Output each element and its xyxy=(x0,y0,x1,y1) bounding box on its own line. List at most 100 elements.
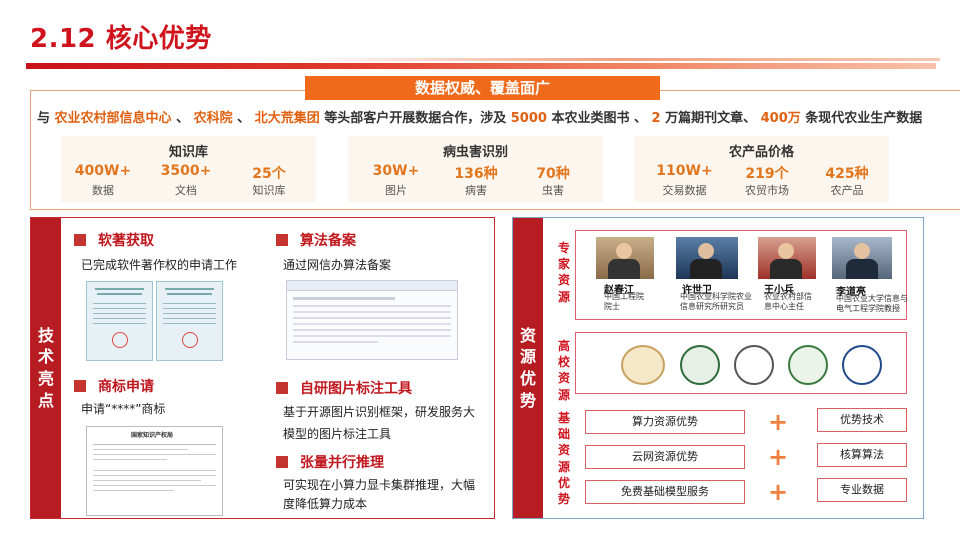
stat-number: 136种 xyxy=(454,166,498,182)
stat-number: 70种 xyxy=(536,166,570,182)
section-heading-trademark: 商标申请 xyxy=(74,376,154,396)
section-heading-text: 张量并行推理 xyxy=(300,455,384,471)
org-highlight: 北大荒集团 xyxy=(254,111,320,126)
title-underline xyxy=(26,63,936,69)
university-logo-icon xyxy=(734,345,774,385)
intro-part: 条现代农业生产数据 xyxy=(800,111,923,126)
expert-title-line: 中国农业科学院农业 xyxy=(680,292,752,301)
section-heading-copyright: 软著获取 xyxy=(74,230,154,250)
section-heading-text: 算法备案 xyxy=(300,233,356,249)
resource-item: 免费基础模型服务 xyxy=(585,480,745,504)
expert-title-line: 院士 xyxy=(604,302,620,312)
expert-title-line: 息中心主任 xyxy=(764,302,804,312)
panel-title: 农产品价格 xyxy=(728,145,794,160)
resource-advantages-panel: 资源优势 专家资源 赵春江 中国工程院 院士 许世卫 中国农业科学院农业 信息研… xyxy=(512,217,924,519)
expert-photo xyxy=(676,237,738,279)
stat-number: 110W+ xyxy=(656,163,713,179)
expert-title-line: 电气工程学院教授 xyxy=(836,304,900,314)
stat-number: 3500+ xyxy=(160,163,212,179)
section-heading-text: 软著获取 xyxy=(98,233,154,249)
section-text: 可实现在小算力显卡集群推理，大幅 xyxy=(283,478,476,492)
section-text: 已完成软件著作权的申请工作 xyxy=(81,258,238,272)
stat-label: 数据 xyxy=(92,184,114,197)
page-title: 2.12 核心优势 xyxy=(30,24,212,54)
expert-title-line: 中国工程院 xyxy=(604,292,644,301)
section-text: 度降低算力成本 xyxy=(283,497,368,511)
expert-title-line: 中国农业大学信息与 xyxy=(836,294,908,303)
intro-part: 本农业类图书 、 xyxy=(546,111,652,126)
resource-tab-label: 资源优势 xyxy=(519,325,536,410)
stat-label: 虫害 xyxy=(542,184,564,197)
intro-part: 万篇期刊文章、 xyxy=(660,111,761,126)
section-heading-text: 自研图片标注工具 xyxy=(300,381,412,397)
section-heading-tensor-parallel: 张量并行推理 xyxy=(276,452,384,472)
intro-part: 、 xyxy=(232,111,255,126)
stat-label: 文档 xyxy=(175,184,197,197)
number-highlight: 2 xyxy=(651,111,661,126)
base-resources-label: 基础资源优势 xyxy=(557,411,570,506)
section-banner: 数据权威、覆盖面广 xyxy=(305,76,660,100)
intro-part: 与 xyxy=(37,111,55,126)
stat-number: 400W+ xyxy=(74,163,132,179)
expert-photo xyxy=(596,237,654,279)
data-overview-box: 与 农业农村部信息中心 、 农科院 、 北大荒集团 等头部客户开展数据合作，涉及… xyxy=(30,90,960,210)
expert-photo xyxy=(832,237,892,279)
intro-part: 等头部客户开展数据合作，涉及 xyxy=(319,111,511,126)
panel-title: 病虫害识别 xyxy=(442,145,508,160)
expert-title: 中国工程院 院士 xyxy=(604,292,664,313)
stat-number: 219个 xyxy=(745,166,789,182)
resource-item: 算力资源优势 xyxy=(585,410,745,434)
stat-number: 425种 xyxy=(825,166,869,182)
stat-label: 交易数据 xyxy=(662,184,707,197)
stat-label: 农产品 xyxy=(830,184,864,197)
algorithm-screenshot xyxy=(286,280,458,360)
section-text: 通过网信办算法备案 xyxy=(283,258,392,272)
bullet-square-icon xyxy=(276,382,288,394)
expert-title: 农业农村部信 息中心主任 xyxy=(764,292,824,313)
panel-knowledge-base: 知识库 400W+ 数据 3500+ 文档 25个 知识库 xyxy=(61,136,316,202)
experts-box: 赵春江 中国工程院 院士 许世卫 中国农业科学院农业 信息研究所研究员 王小兵 … xyxy=(575,230,908,320)
universities-box xyxy=(575,332,907,394)
org-highlight: 农科院 xyxy=(193,111,233,126)
org-highlight: 农业农村部信息中心 xyxy=(54,111,172,126)
expert-title-line: 农业农村部信 xyxy=(764,292,812,301)
certificate-image xyxy=(156,281,223,361)
expert-title: 中国农业大学信息与 电气工程学院教授 xyxy=(836,294,908,315)
panel-title: 知识库 xyxy=(168,145,208,160)
section-text: 申请“****”商标 xyxy=(81,402,166,416)
intro-part: 、 xyxy=(171,111,194,126)
panel-pest-recognition: 病虫害识别 30W+ 图片 136种 病害 70种 虫害 xyxy=(348,136,603,202)
title-decoration-line xyxy=(300,58,940,61)
panel-produce-price: 农产品价格 110W+ 交易数据 219个 农贸市场 425种 农产品 xyxy=(634,136,889,202)
number-highlight: 5000 xyxy=(510,111,547,126)
university-resources-label: 高校资源 xyxy=(557,339,570,402)
tech-highlights-panel: 技术亮点 软著获取 已完成软件著作权的申请工作 算法备案 通过网信办算法备案 商… xyxy=(30,217,495,519)
certificate-image xyxy=(86,281,153,361)
expert-resources-label: 专家资源 xyxy=(557,241,570,304)
resource-item: 云网资源优势 xyxy=(585,445,745,469)
number-highlight: 400万 xyxy=(760,111,801,126)
university-logo-icon xyxy=(788,345,828,385)
section-text: 模型的图片标注工具 xyxy=(283,427,392,441)
bullet-square-icon xyxy=(74,380,86,392)
resource-item: 优势技术 xyxy=(817,408,907,432)
tech-tab-label: 技术亮点 xyxy=(37,325,54,410)
university-logo-icon xyxy=(680,345,720,385)
resource-tab: 资源优势 xyxy=(513,218,543,518)
stat-label: 图片 xyxy=(385,184,407,197)
university-logo-icon xyxy=(621,345,665,385)
stat-label: 病害 xyxy=(465,184,487,197)
stat-number: 25个 xyxy=(252,166,286,182)
intro-text: 与 农业农村部信息中心 、 农科院 、 北大荒集团 等头部客户开展数据合作，涉及… xyxy=(37,107,960,126)
stat-label: 农贸市场 xyxy=(745,184,789,197)
university-logo-icon xyxy=(842,345,882,385)
resource-item: 核算算法 xyxy=(817,443,907,467)
stat-label: 知识库 xyxy=(252,184,286,197)
plus-icon: + xyxy=(767,478,789,506)
expert-photo xyxy=(758,237,816,279)
bullet-square-icon xyxy=(276,456,288,468)
stat-number: 30W+ xyxy=(372,163,420,179)
plus-icon: + xyxy=(767,408,789,436)
section-heading-text: 商标申请 xyxy=(98,379,154,395)
expert-title: 中国农业科学院农业 信息研究所研究员 xyxy=(680,292,760,313)
